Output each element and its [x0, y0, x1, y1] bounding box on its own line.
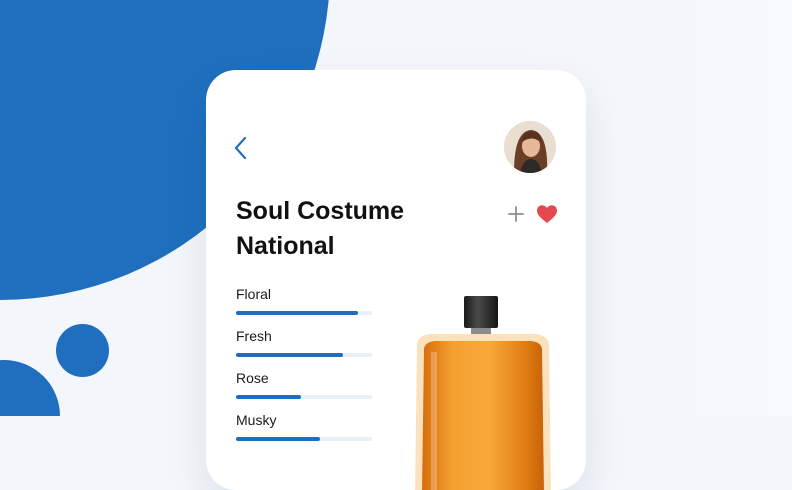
product-title-line1: Soul Costume [236, 197, 405, 225]
scent-note: Fresh [236, 327, 376, 369]
scent-notes-list: Floral Fresh Rose Musky [236, 285, 376, 453]
heart-icon [537, 205, 557, 223]
scent-note-bar [236, 353, 344, 357]
scent-note-track [236, 353, 372, 357]
product-title: Soul Costume National [236, 194, 496, 264]
scent-note-track [236, 395, 372, 399]
scent-note-label: Floral [236, 286, 272, 302]
scent-note: Musky [236, 411, 376, 453]
product-title-line2: National [236, 232, 335, 260]
perfume-bottle-icon [415, 296, 551, 490]
plus-icon [508, 206, 524, 222]
scent-note-label: Musky [236, 412, 277, 428]
phone-screen: Soul Costume National Floral Fresh Rose [206, 70, 586, 490]
scent-note-label: Fresh [236, 328, 272, 344]
perfume-bottle-image [413, 294, 553, 490]
scent-note-track [236, 311, 372, 315]
scent-note-track [236, 437, 372, 441]
favorite-button[interactable] [535, 203, 559, 225]
avatar[interactable] [504, 121, 556, 173]
decorative-dot [56, 324, 109, 377]
add-button[interactable] [504, 202, 528, 226]
scent-note-bar [236, 437, 321, 441]
back-button[interactable] [230, 134, 252, 162]
scent-note: Rose [236, 369, 376, 411]
background-glow [580, 0, 792, 416]
user-portrait-icon [504, 121, 556, 173]
scent-note-label: Rose [236, 370, 269, 386]
scent-note-bar [236, 311, 359, 315]
chevron-left-icon [234, 136, 247, 160]
scent-note-bar [236, 395, 302, 399]
scent-note: Floral [236, 285, 376, 327]
decorative-dot-corner [0, 360, 60, 416]
